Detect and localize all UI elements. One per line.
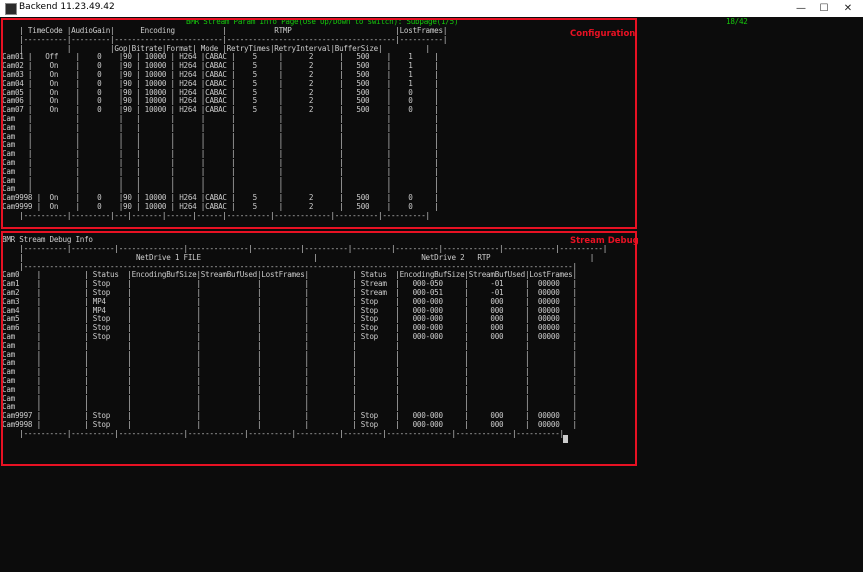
minimize-button[interactable]: —: [789, 0, 813, 17]
close-button[interactable]: ✕: [836, 0, 860, 17]
stream-debug-label: Stream Debug: [570, 236, 639, 246]
configuration-highlight-box: [1, 18, 637, 229]
page-counter: 18/42: [726, 17, 748, 26]
console-app-icon: [5, 3, 17, 15]
stream-debug-highlight-box: [1, 231, 637, 466]
configuration-label: Configuration: [570, 29, 636, 39]
maximize-button[interactable]: ☐: [812, 0, 836, 17]
window-title: Backend 11.23.49.42: [19, 2, 115, 12]
window-titlebar: Backend 11.23.49.42 — ☐ ✕: [0, 0, 863, 18]
